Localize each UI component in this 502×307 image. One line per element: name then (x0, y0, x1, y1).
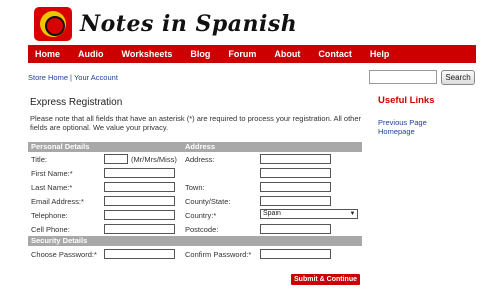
main-nav: Home Audio Worksheets Blog Forum About C… (28, 45, 476, 63)
breadcrumb: Store Home | Your Account (28, 73, 118, 82)
confirm-password-label: Confirm Password:* (185, 250, 252, 259)
chevron-down-icon: ▼ (349, 211, 356, 217)
telephone-label: Telephone: (31, 211, 68, 220)
choose-password-field[interactable] (104, 249, 175, 259)
address-field-label: Address: (185, 155, 215, 164)
useful-links-heading: Useful Links (378, 95, 435, 106)
your-account-link[interactable]: Your Account (74, 73, 118, 82)
address-field[interactable] (260, 154, 331, 164)
nav-audio[interactable]: Audio (69, 49, 113, 59)
privacy-notice: Please note that all fields that have an… (30, 114, 362, 132)
confirm-password-field[interactable] (260, 249, 331, 259)
store-home-link[interactable]: Store Home (28, 73, 68, 82)
title-label: Title: (31, 155, 47, 164)
previous-page-link[interactable]: Previous Page (378, 118, 427, 127)
email-field[interactable] (104, 196, 175, 206)
site-logo[interactable]: Notes in Spanish (34, 5, 297, 43)
security-details-header: Security Details (28, 236, 362, 246)
address-label: Address (185, 142, 216, 151)
address-line2-field[interactable] (260, 168, 331, 178)
personal-details-header: Personal Details Address (28, 142, 362, 152)
cell-phone-field[interactable] (104, 224, 175, 234)
nav-contact[interactable]: Contact (309, 49, 361, 59)
nav-blog[interactable]: Blog (181, 49, 219, 59)
country-label: Country:* (185, 211, 217, 220)
choose-password-label: Choose Password:* (31, 250, 97, 259)
town-field[interactable] (260, 182, 331, 192)
postcode-field[interactable] (260, 224, 331, 234)
postcode-label: Postcode: (185, 225, 219, 234)
homepage-link[interactable]: Homepage (378, 127, 415, 136)
last-name-field[interactable] (104, 182, 175, 192)
country-value: Spain (263, 210, 281, 217)
submit-continue-button[interactable]: Submit & Continue (291, 274, 360, 285)
nav-worksheets[interactable]: Worksheets (113, 49, 182, 59)
last-name-label: Last Name:* (31, 183, 73, 192)
page-title: Express Registration (30, 97, 123, 108)
first-name-field[interactable] (104, 168, 175, 178)
title-field[interactable] (104, 154, 128, 164)
email-label: Email Address:* (31, 197, 84, 206)
nav-about[interactable]: About (265, 49, 309, 59)
nav-home[interactable]: Home (28, 49, 69, 59)
logo-icon (34, 7, 72, 41)
cell-phone-label: Cell Phone: (31, 225, 70, 234)
town-label: Town: (185, 183, 205, 192)
nav-forum[interactable]: Forum (219, 49, 265, 59)
county-state-field[interactable] (260, 196, 331, 206)
first-name-label: First Name:* (31, 169, 73, 178)
country-select[interactable]: Spain ▼ (260, 209, 358, 219)
telephone-field[interactable] (104, 210, 175, 220)
personal-details-label: Personal Details (31, 142, 90, 151)
county-state-label: County/State: (185, 197, 231, 206)
title-hint: (Mr/Mrs/Miss) (131, 155, 177, 164)
nav-help[interactable]: Help (361, 49, 399, 59)
search-input[interactable] (369, 70, 437, 84)
security-details-label: Security Details (31, 236, 88, 245)
logo-text: Notes in Spanish (80, 11, 298, 37)
search-button[interactable]: Search (441, 70, 475, 85)
